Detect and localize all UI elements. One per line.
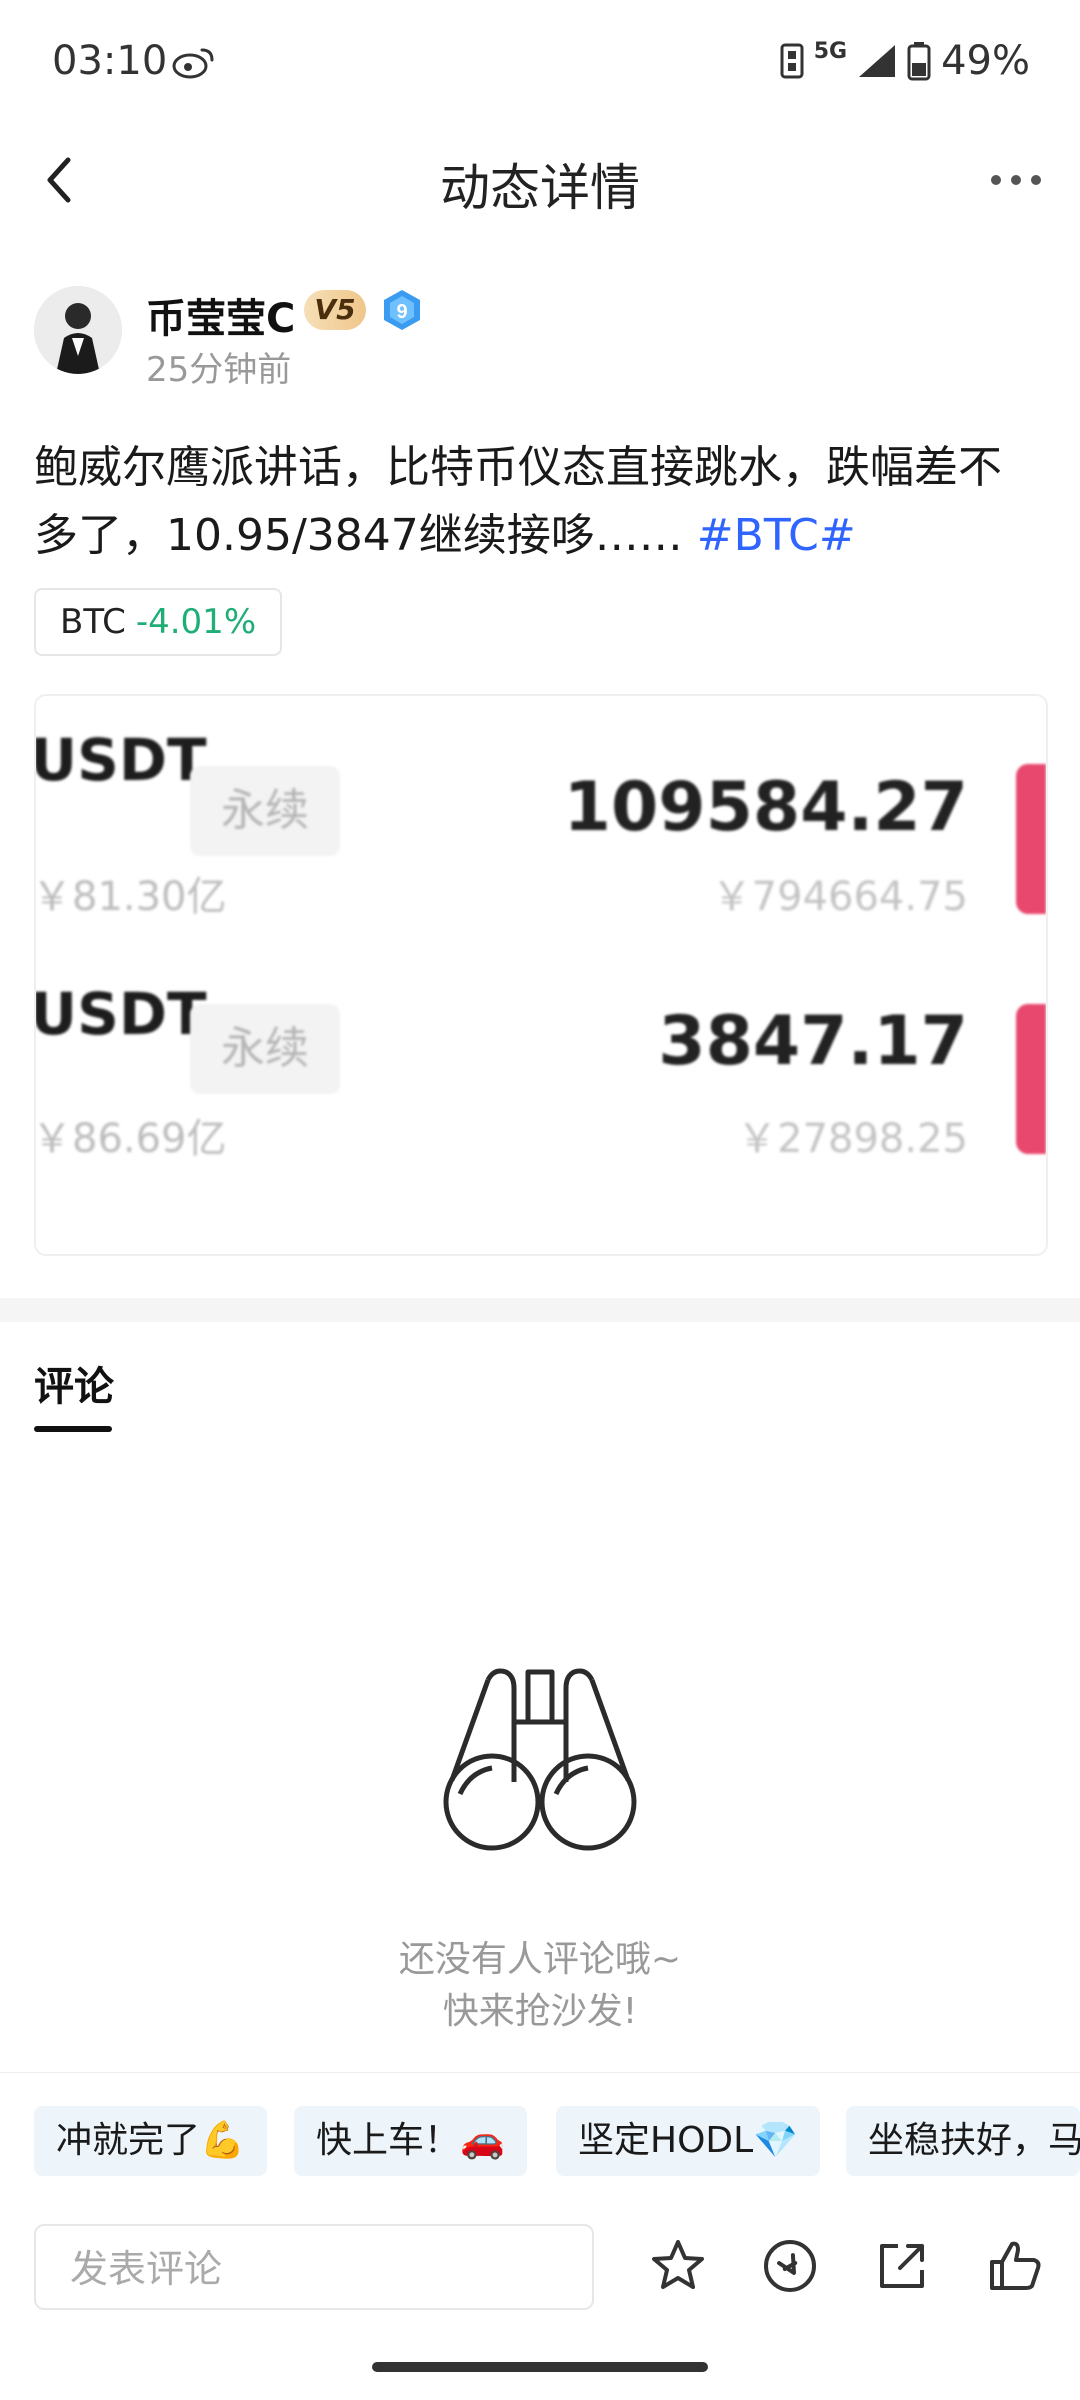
price-bar: [1016, 764, 1046, 914]
market-price-cny: ￥794664.75: [711, 874, 968, 920]
level-badge-icon: 9: [384, 290, 420, 330]
status-time: 03:10: [52, 38, 168, 84]
status-right: 5G 49%: [780, 38, 1030, 84]
post-text: 鲍威尔鹰派讲话，比特币仪态直接跳水，跌幅差不多了，10.95/3847继续接哆……: [34, 442, 1002, 561]
hashtag-link[interactable]: #BTC#: [697, 510, 856, 561]
post-body: 鲍威尔鹰派讲话，比特币仪态直接跳水，跌幅差不多了，10.95/3847继续接哆……: [34, 434, 1044, 570]
ticker-symbol: BTC: [60, 602, 126, 642]
comment-input[interactable]: 发表评论: [34, 2224, 594, 2310]
weibo-icon: [172, 48, 214, 79]
tab-comments[interactable]: 评论: [34, 1354, 114, 1412]
post-time: 25分钟前: [146, 350, 292, 390]
star-icon[interactable]: [648, 2236, 708, 2296]
avatar-image: [34, 286, 122, 374]
like-icon[interactable]: [984, 2236, 1044, 2296]
empty-comments-subtext: 快来抢沙发!: [442, 1991, 638, 2032]
market-row: USDT 永续 ￥86.69亿 3847.17 ￥27898.25: [34, 980, 1046, 1208]
market-volume: ￥86.69亿: [34, 1116, 227, 1162]
price-bar: [1016, 1004, 1046, 1154]
market-pair: USDT: [34, 980, 207, 1048]
ticker-change: -4.01%: [135, 602, 257, 642]
post-image[interactable]: USDT 永续 ￥81.30亿 109584.27 ￥794664.75 USD…: [34, 694, 1048, 1256]
market-price: 3847.17: [658, 1002, 968, 1081]
market-row: USDT 永续 ￥81.30亿 109584.27 ￥794664.75: [34, 696, 1046, 920]
quick-reply-chip[interactable]: 坚定HODL💎: [556, 2106, 821, 2176]
battery-icon: [907, 42, 931, 81]
author-name[interactable]: 币莹莹C: [146, 286, 295, 344]
market-pair: USDT: [34, 726, 207, 794]
quick-reply-chip[interactable]: 冲就完了💪: [34, 2106, 267, 2176]
empty-comments-text: 还没有人评论哦~: [398, 1939, 682, 1980]
data-saver-icon: [780, 43, 804, 79]
vip-badge: V5: [304, 290, 366, 330]
market-price: 109584.27: [563, 768, 968, 847]
contract-tag: 永续: [190, 1004, 340, 1094]
section-divider: [0, 1298, 1080, 1322]
binoculars-icon: [443, 1668, 637, 1851]
tip-coin-icon[interactable]: [760, 2236, 820, 2296]
chips-divider: [0, 2072, 1080, 2073]
quick-reply-chip[interactable]: 快上车！🚗: [294, 2106, 527, 2176]
author-avatar[interactable]: [34, 286, 122, 374]
signal-icon: [859, 45, 896, 77]
level-badge-number: 9: [396, 301, 407, 323]
ticker-tag[interactable]: BTC -4.01%: [34, 588, 283, 656]
tab-underline: [34, 1426, 112, 1432]
more-options-icon[interactable]: [988, 160, 1044, 200]
quick-reply-chip[interactable]: 坐稳扶好，马: [846, 2106, 1080, 2176]
share-icon[interactable]: [872, 2236, 932, 2296]
market-volume: ￥81.30亿: [34, 874, 227, 920]
network-label: 5G: [813, 38, 848, 64]
contract-tag: 永续: [190, 766, 340, 856]
market-price-cny: ￥27898.25: [737, 1116, 968, 1162]
battery-percent: 49%: [941, 38, 1030, 84]
home-indicator: [372, 2362, 708, 2372]
page-title: 动态详情: [440, 159, 640, 217]
